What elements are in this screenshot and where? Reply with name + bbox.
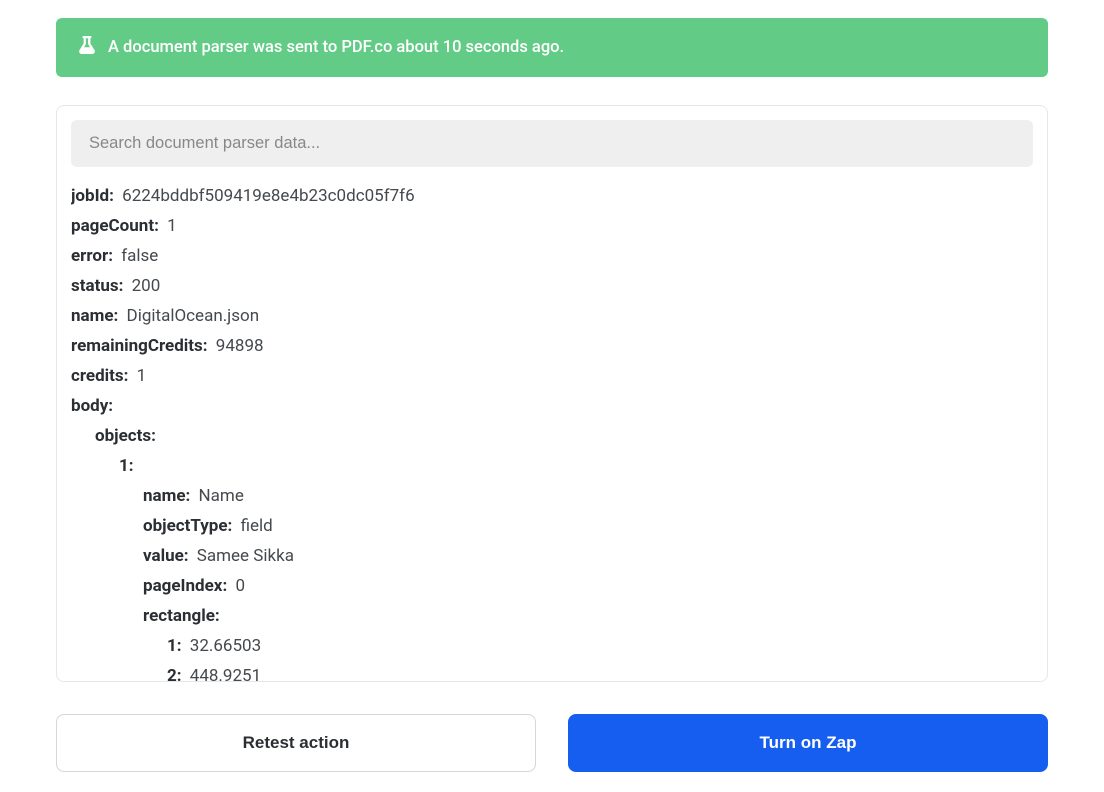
kv-pageCount: pageCount: 1: [71, 211, 1027, 241]
search-input[interactable]: [71, 120, 1033, 167]
value: 0: [235, 576, 245, 596]
kv-rect-1: 1: 32.66503: [71, 631, 1027, 661]
key: name:: [143, 486, 190, 506]
kv-obj-1: 1:: [71, 451, 1027, 481]
key: jobId:: [71, 186, 114, 206]
key: 1:: [119, 456, 134, 476]
kv-error: error: false: [71, 241, 1027, 271]
kv-name: name: DigitalOcean.json: [71, 301, 1027, 331]
kv-jobId: jobId: 6224bddbf509419e8e4b23c0dc05f7f6: [71, 181, 1027, 211]
key: value:: [143, 546, 189, 566]
value: 1: [167, 216, 177, 236]
key: pageCount:: [71, 216, 159, 236]
kv-body: body:: [71, 391, 1027, 421]
flask-icon: [78, 36, 108, 59]
key: objectType:: [143, 516, 232, 536]
value: DigitalOcean.json: [127, 306, 260, 326]
key: 2:: [167, 666, 182, 681]
value: Samee Sikka: [197, 546, 294, 566]
value: 200: [132, 276, 161, 296]
retest-action-button[interactable]: Retest action: [56, 714, 536, 772]
banner-message: A document parser was sent to PDF.co abo…: [108, 38, 564, 57]
kv-obj1-rectangle: rectangle:: [71, 601, 1027, 631]
data-view[interactable]: jobId: 6224bddbf509419e8e4b23c0dc05f7f6 …: [71, 181, 1033, 681]
key: body:: [71, 396, 113, 416]
key: pageIndex:: [143, 576, 227, 596]
value: Name: [199, 486, 244, 506]
value: 6224bddbf509419e8e4b23c0dc05f7f6: [122, 186, 415, 206]
results-panel: jobId: 6224bddbf509419e8e4b23c0dc05f7f6 …: [56, 105, 1048, 682]
key: status:: [71, 276, 123, 296]
success-banner: A document parser was sent to PDF.co abo…: [56, 18, 1048, 77]
key: credits:: [71, 366, 128, 386]
turn-on-zap-button[interactable]: Turn on Zap: [568, 714, 1048, 772]
kv-remainingCredits: remainingCredits: 94898: [71, 331, 1027, 361]
kv-obj1-pageIndex: pageIndex: 0: [71, 571, 1027, 601]
key: name:: [71, 306, 118, 326]
kv-credits: credits: 1: [71, 361, 1027, 391]
value: false: [121, 246, 158, 266]
value: 1: [137, 366, 147, 386]
key: remainingCredits:: [71, 336, 208, 356]
kv-obj1-objectType: objectType: field: [71, 511, 1027, 541]
key: error:: [71, 246, 113, 266]
kv-obj1-name: name: Name: [71, 481, 1027, 511]
key: 1:: [167, 636, 182, 656]
kv-obj1-value: value: Samee Sikka: [71, 541, 1027, 571]
kv-objects: objects:: [71, 421, 1027, 451]
footer-actions: Retest action Turn on Zap: [56, 714, 1048, 772]
key: objects:: [95, 426, 156, 446]
kv-rect-2: 2: 448.9251: [71, 661, 1027, 681]
value: field: [241, 516, 273, 536]
key: rectangle:: [143, 606, 220, 626]
value: 94898: [216, 336, 264, 356]
value: 448.9251: [190, 666, 261, 681]
kv-status: status: 200: [71, 271, 1027, 301]
value: 32.66503: [190, 636, 261, 656]
